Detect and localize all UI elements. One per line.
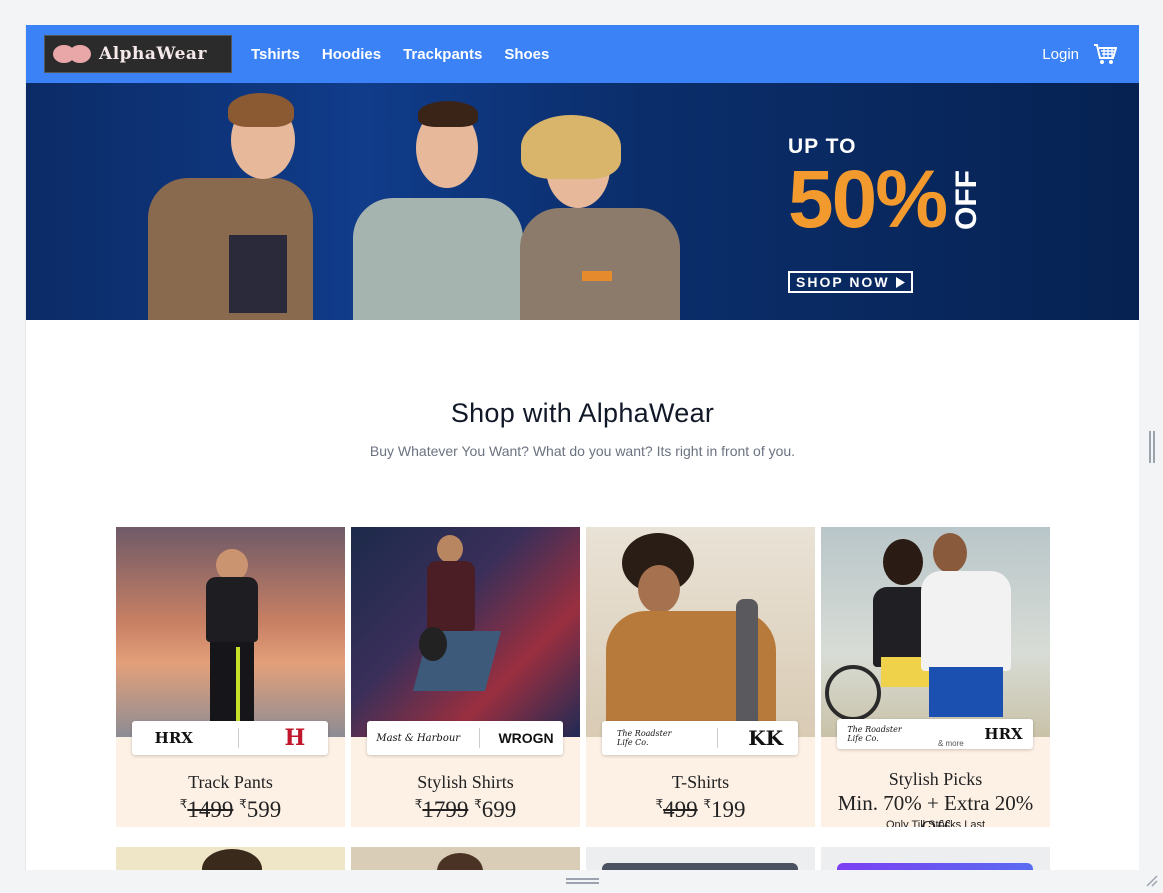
model-top — [206, 577, 258, 642]
play-arrow-icon — [895, 276, 905, 288]
model-top — [427, 561, 475, 631]
nav-link-hoodies[interactable]: Hoodies — [322, 46, 381, 63]
card-title: Stylish Picks — [888, 769, 983, 789]
nav-right: Login — [1042, 25, 1117, 83]
model-figure — [638, 565, 680, 613]
cart-icon[interactable] — [1093, 43, 1117, 65]
model-right-shirt — [520, 208, 680, 320]
card-photo — [116, 527, 345, 737]
brand-logo[interactable]: AlphaWear — [44, 35, 232, 73]
brand-divider — [478, 728, 480, 748]
brand-logo-b: HRX — [984, 725, 1023, 743]
card-photo — [351, 527, 580, 737]
nav-link-shoes[interactable]: Shoes — [504, 46, 549, 63]
promo-block: UP TO 50% OFF SHOP NOW — [788, 135, 984, 293]
model-boy-head — [933, 533, 967, 573]
card-photo — [586, 527, 815, 737]
card-title: T-Shirts — [671, 772, 730, 792]
brand-logo-a: HRX — [154, 729, 193, 747]
brand-logo-b: KK — [748, 726, 783, 750]
brand-strip: The Roadster Life Co. KK — [602, 721, 798, 755]
model-boy-shorts — [929, 667, 1003, 717]
model-boy-top — [921, 571, 1011, 671]
bike-wheel — [825, 665, 881, 721]
promo-percent: 50% — [788, 154, 948, 245]
brand-divider — [717, 728, 719, 748]
brand-logo-a: The Roadster Life Co. — [617, 729, 672, 747]
brand-strip: The Roadster Life Co. & more HRX — [837, 719, 1033, 749]
page-frame: AlphaWear Tshirts Hoodies Trackpants Sho… — [25, 25, 1139, 870]
hero-banner[interactable]: UP TO 50% OFF SHOP NOW — [26, 83, 1139, 320]
card-photo-hair — [437, 853, 483, 870]
brand-strip: Mast & Harbour WROGN — [367, 721, 563, 755]
shirt-print — [229, 235, 287, 313]
model-right-hair — [521, 115, 621, 179]
backpack-strap — [736, 599, 758, 737]
vertical-resize-handle[interactable] — [1149, 431, 1155, 463]
card-photo — [821, 527, 1050, 737]
resize-corner-icon[interactable] — [1144, 873, 1158, 887]
category-card-row2-1[interactable] — [116, 847, 345, 870]
model-girl-hair — [883, 539, 923, 585]
intro-section: Shop with AlphaWear Buy Whatever You Wan… — [26, 320, 1139, 459]
card-title: Stylish Shirts — [417, 772, 514, 792]
brand-logo-a: Mast & Harbour — [376, 732, 461, 744]
brand-divider — [238, 728, 240, 748]
category-card-tshirts[interactable]: T-Shirts ₹499 ₹199 The Roadster Life Co.… — [586, 527, 815, 827]
nav-links: Tshirts Hoodies Trackpants Shoes — [251, 46, 549, 63]
card-info: Stylish Picks Min. 70% + Extra 20% Off O… — [821, 737, 1050, 827]
old-price: 499 — [663, 797, 698, 822]
category-card-row2-3[interactable] — [586, 847, 815, 870]
promo-row: 50% OFF — [788, 159, 984, 241]
section-subtitle: Buy Whatever You Want? What do you want?… — [369, 443, 796, 459]
new-price: 599 — [246, 797, 282, 822]
card-note: Only Till Stocks Last — [885, 819, 986, 827]
card-photo-strip — [837, 863, 1033, 870]
nav-link-tshirts[interactable]: Tshirts — [251, 46, 300, 63]
horizontal-resize-handle[interactable] — [566, 878, 599, 884]
model-mid-shirt — [353, 198, 523, 320]
model-left-hair — [228, 93, 294, 127]
card-photo-hair — [202, 849, 262, 870]
old-price: 1799 — [422, 797, 469, 822]
bag — [419, 627, 447, 661]
promo-off: OFF — [950, 170, 984, 230]
login-link[interactable]: Login — [1042, 46, 1079, 63]
brand-logo-b: H — [284, 725, 306, 751]
category-card-stylish-picks[interactable]: Stylish Picks Min. 70% + Extra 20% Off O… — [821, 527, 1050, 827]
brand-logo-b: WROGN — [498, 730, 554, 746]
new-price: 199 — [711, 797, 746, 822]
category-card-trackpants[interactable]: Track Pants ₹1499 ₹599 HRX H — [116, 527, 345, 827]
nav-link-trackpants[interactable]: Trackpants — [403, 46, 482, 63]
category-card-row2-4[interactable] — [821, 847, 1050, 870]
brand-name: AlphaWear — [99, 44, 207, 64]
card-title: Track Pants — [188, 772, 273, 792]
card-photo-strip — [602, 863, 798, 870]
card-price: ₹1499 ₹599 — [179, 797, 282, 822]
category-card-shirts[interactable]: Stylish Shirts ₹1799 ₹699 Mast & Harbour… — [351, 527, 580, 827]
category-card-row2-2[interactable] — [351, 847, 580, 870]
old-price: 1499 — [187, 797, 234, 822]
model-figure — [437, 535, 463, 563]
brand-strip: HRX H — [132, 721, 328, 755]
shirt-logo — [582, 271, 612, 281]
category-grid: Track Pants ₹1499 ₹599 HRX H Stylish Shi… — [116, 527, 1050, 870]
card-price: ₹499 ₹199 — [655, 797, 746, 822]
new-price: 699 — [481, 797, 517, 822]
logo-mark-icon — [53, 43, 93, 65]
card-price: ₹1799 ₹699 — [414, 797, 517, 822]
brand-more: & more — [937, 739, 964, 748]
navbar: AlphaWear Tshirts Hoodies Trackpants Sho… — [26, 25, 1139, 83]
model-mid-hair — [418, 101, 478, 127]
section-title: Shop with AlphaWear — [450, 398, 715, 428]
shop-now-label: SHOP NOW — [796, 274, 890, 290]
shop-now-button[interactable]: SHOP NOW — [788, 271, 913, 293]
brand-logo-a: The Roadster Life Co. — [847, 725, 902, 743]
